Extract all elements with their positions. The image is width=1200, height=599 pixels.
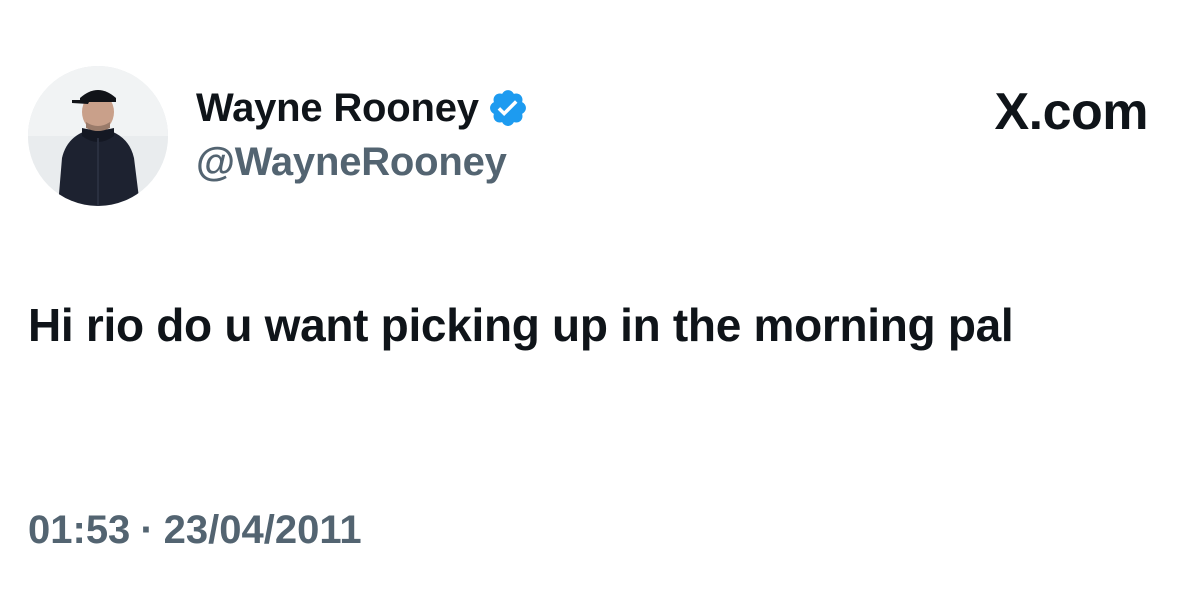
avatar[interactable] <box>28 66 168 206</box>
verified-badge-icon <box>487 87 529 129</box>
tweet-text: Hi rio do u want picking up in the morni… <box>28 299 1014 351</box>
meta-separator: · <box>140 508 154 552</box>
user-handle[interactable]: @WayneRooney <box>196 140 507 185</box>
tweet-timestamp[interactable]: 01:53 · 23/04/2011 <box>28 508 362 553</box>
display-name[interactable]: Wayne Rooney <box>196 86 479 131</box>
profile-photo-icon <box>28 66 168 206</box>
author-name-row[interactable]: Wayne Rooney <box>196 82 529 134</box>
tweet-card: Wayne Rooney @WayneRooney X.com Hi rio d… <box>0 0 1200 599</box>
x-com-logo: X.com <box>994 83 1148 141</box>
tweet-time: 01:53 <box>28 508 131 552</box>
tweet-date: 23/04/2011 <box>163 508 362 552</box>
